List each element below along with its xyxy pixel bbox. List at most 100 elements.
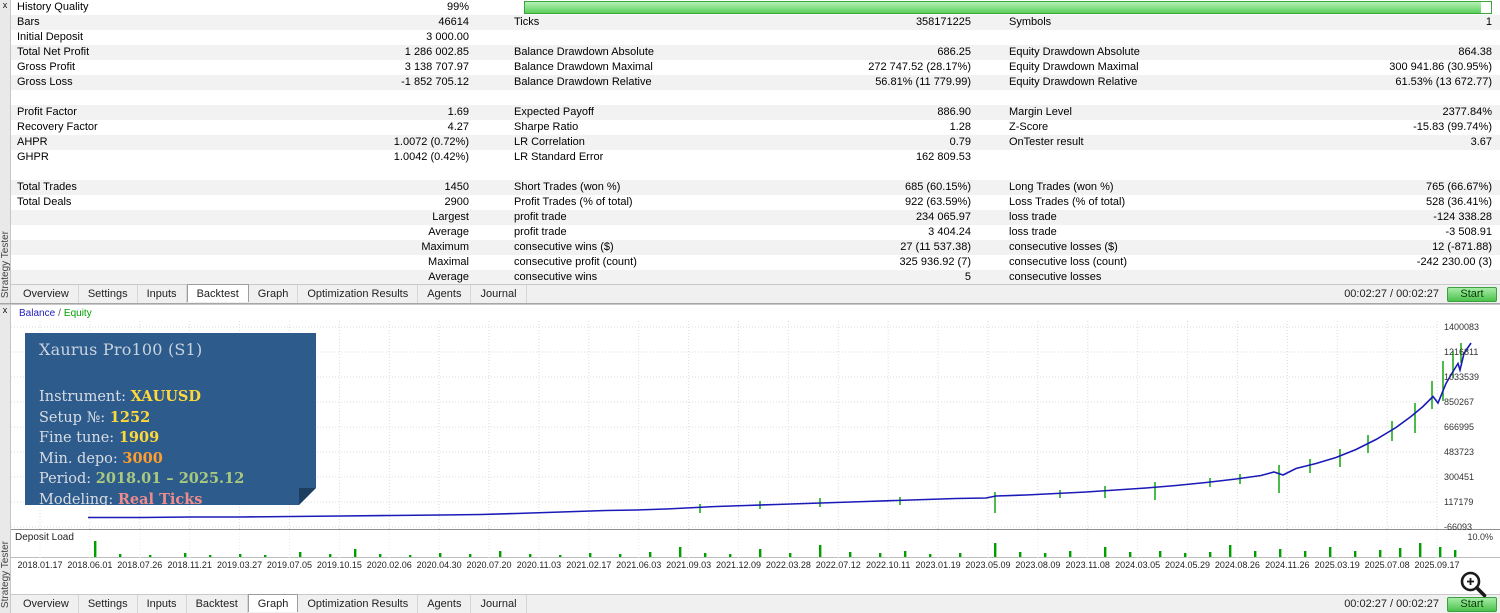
metric-value: -3 508.91 xyxy=(1445,226,1492,238)
report-row: Average profit trade 3 404.24 loss trade -3 … xyxy=(11,225,1500,240)
metric-label: Gross Loss xyxy=(17,76,73,88)
tab-backtest[interactable]: Backtest xyxy=(186,284,249,302)
report-row: Profit Factor 1.69 Expected Payoff 886.90 Ma… xyxy=(11,105,1500,120)
metric-value: 1 286 002.85 xyxy=(404,46,469,58)
report-row: Maximum consecutive wins ($) 27 (11 537.38… xyxy=(11,240,1500,255)
metric-label xyxy=(981,30,1311,45)
tab-agents[interactable]: Agents xyxy=(418,285,472,303)
x-axis-label: 2024.05.29 xyxy=(1165,560,1211,570)
metric-value xyxy=(809,30,981,45)
chart-legend: Balance / Equity xyxy=(19,308,92,319)
metric-label xyxy=(981,150,1311,165)
tab-overview[interactable]: Overview xyxy=(14,285,79,303)
start-button[interactable]: Start xyxy=(1447,286,1497,302)
tab-journal[interactable]: Journal xyxy=(471,285,527,303)
x-axis-label: 2019.03.27 xyxy=(217,560,263,570)
metric-value: 1.0042 (0.42%) xyxy=(393,151,469,163)
strategy-tester-label: Strategy Tester xyxy=(0,540,11,608)
report-row: History Quality 99% xyxy=(11,0,1500,15)
tab-settings[interactable]: Settings xyxy=(79,285,138,303)
metric-label: Equity Drawdown Maximal xyxy=(1009,61,1139,73)
tab-optimization-results[interactable]: Optimization Results xyxy=(298,595,419,613)
metric-value: 3 404.24 xyxy=(928,226,971,238)
metric-value: 12 (-871.88) xyxy=(1432,241,1492,253)
metric-label: profit trade xyxy=(514,211,567,223)
report-row: Largest profit trade 234 065.97 loss trade -… xyxy=(11,210,1500,225)
legend-balance[interactable]: Balance xyxy=(19,308,55,319)
tab-optimization-results[interactable]: Optimization Results xyxy=(298,285,419,303)
y-axis-label: 666995 xyxy=(1444,422,1475,432)
metric-label xyxy=(11,270,307,285)
deposit-load-bars xyxy=(39,530,1457,558)
metric-value: 27 (11 537.38) xyxy=(900,241,971,253)
metric-label xyxy=(981,90,1311,105)
x-axis-label: 2023.11.08 xyxy=(1065,560,1110,570)
y-axis-label: 850267 xyxy=(1444,397,1475,407)
tab-overview[interactable]: Overview xyxy=(14,595,79,613)
x-axis-label: 2022.07.12 xyxy=(815,560,861,570)
metric-label: Recovery Factor xyxy=(17,121,98,133)
x-axis-label: 2024.03.05 xyxy=(1115,560,1161,570)
metric-label xyxy=(479,30,809,45)
metric-label xyxy=(11,225,307,240)
metric-label: Gross Profit xyxy=(17,61,76,73)
metric-value xyxy=(1311,30,1500,45)
tab-settings[interactable]: Settings xyxy=(79,595,138,613)
metric-label: Balance Drawdown Absolute xyxy=(514,46,655,58)
x-axis-label: 2019.10.15 xyxy=(316,560,362,570)
x-axis-label: 2023.08.09 xyxy=(1015,560,1061,570)
metric-label: Z-Score xyxy=(1009,121,1049,133)
metric-value xyxy=(809,165,981,180)
metric-label: Balance Drawdown Relative xyxy=(514,76,652,88)
history-quality-bar xyxy=(524,1,1492,14)
metric-value: 686.25 xyxy=(937,46,971,58)
tab-inputs[interactable]: Inputs xyxy=(138,595,187,613)
x-axis-label: 2021.02.17 xyxy=(566,560,612,570)
metric-label xyxy=(11,255,307,270)
metric-value: Maximum xyxy=(421,241,469,253)
metric-value xyxy=(1311,150,1500,165)
tab-journal[interactable]: Journal xyxy=(471,595,527,613)
metric-label: Bars xyxy=(17,16,40,28)
close-icon[interactable]: x xyxy=(3,305,8,316)
metric-value: -242 230.00 (3) xyxy=(1416,256,1492,268)
report-row: Total Deals 2900 Profit Trades (% of total… xyxy=(11,195,1500,210)
metric-label xyxy=(479,90,809,105)
metric-label: consecutive wins ($) xyxy=(514,241,614,253)
x-axis-label: 2025.03.19 xyxy=(1314,560,1360,570)
report-row xyxy=(11,90,1500,105)
metric-value: 272 747.52 (28.17%) xyxy=(868,61,971,73)
x-axis-label: 2020.04.30 xyxy=(416,560,462,570)
x-axis-label: 2018.11.21 xyxy=(167,560,212,570)
y-axis-label: 1033539 xyxy=(1444,372,1480,382)
metric-value: 325 936.92 (7) xyxy=(899,256,971,268)
tab-inputs[interactable]: Inputs xyxy=(138,285,187,303)
strategy-tester-strip-top: x Strategy Tester xyxy=(0,0,11,303)
x-axis-label: 2023.01.19 xyxy=(915,560,961,570)
metric-value: 765 (66.67%) xyxy=(1425,181,1492,193)
x-axis: 2018.01.17 2018.06.01 2018.07.26 2018.11.21… xyxy=(11,560,1500,573)
metric-label: Loss Trades (% of total) xyxy=(1009,196,1126,208)
close-icon[interactable]: x xyxy=(3,0,8,11)
metric-value: 1450 xyxy=(444,181,469,193)
deposit-load-strip: Deposit Load 10.0% xyxy=(11,529,1500,558)
report-row: Total Trades 1450 Short Trades (won %) 685 … xyxy=(11,180,1500,195)
y-axis-label: -66093 xyxy=(1444,522,1473,532)
metric-value: 3 138 707.97 xyxy=(404,61,469,73)
tab-backtest[interactable]: Backtest xyxy=(187,595,248,613)
legend-equity[interactable]: Equity xyxy=(64,308,92,319)
metric-value: 162 809.53 xyxy=(915,151,971,163)
metric-label xyxy=(11,210,307,225)
metric-value: 3 000.00 xyxy=(426,31,469,43)
tab-agents[interactable]: Agents xyxy=(418,595,472,613)
zoom-icon[interactable] xyxy=(1458,569,1488,599)
metric-label: Equity Drawdown Relative xyxy=(1009,76,1138,88)
tab-graph[interactable]: Graph xyxy=(249,285,299,303)
x-axis-label: 2021.06.03 xyxy=(616,560,662,570)
strategy-tester-label: Strategy Tester xyxy=(0,230,11,298)
report-row: Gross Loss -1 852 705.12 Balance Drawdown … xyxy=(11,75,1500,90)
metric-label xyxy=(11,240,307,255)
metric-value: 61.53% (13 672.77) xyxy=(1395,76,1492,88)
metric-label: AHPR xyxy=(17,136,48,148)
tab-graph[interactable]: Graph xyxy=(247,594,299,612)
